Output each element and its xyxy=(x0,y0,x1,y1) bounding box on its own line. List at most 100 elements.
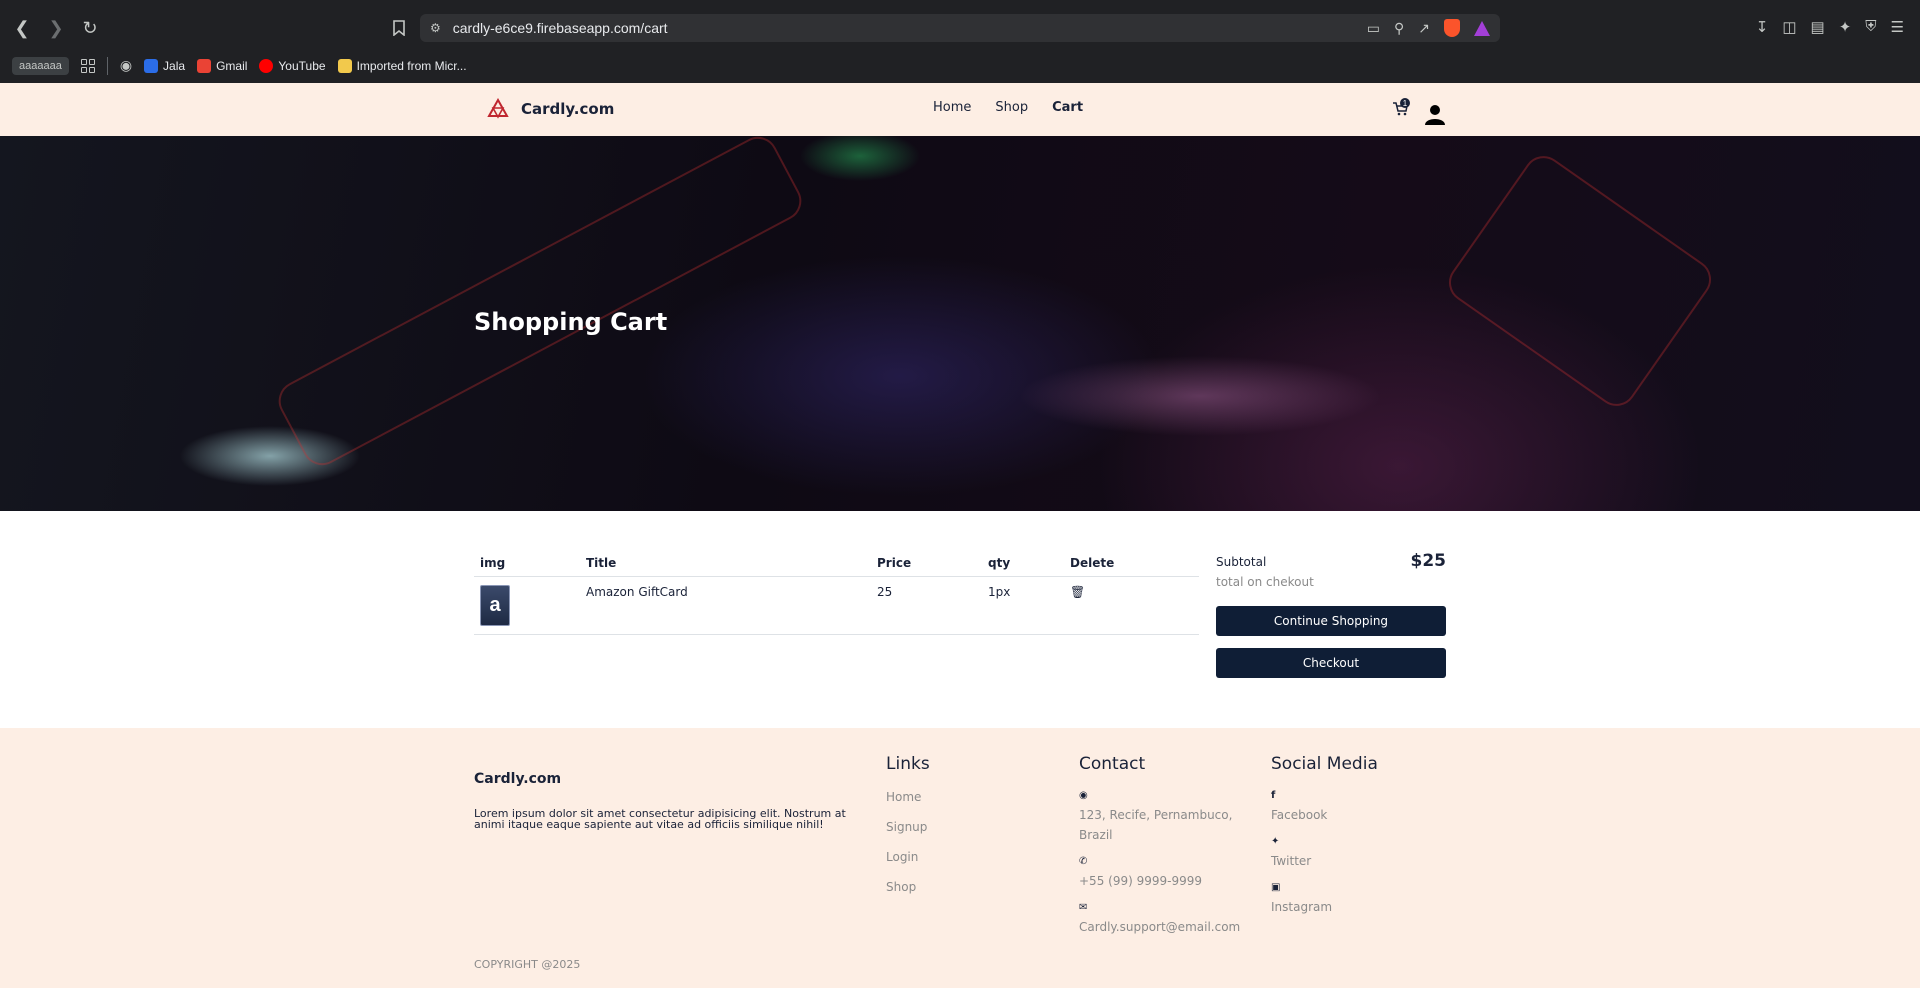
facebook-icon: f xyxy=(1271,790,1276,801)
product-thumbnail: a xyxy=(480,585,510,626)
cart-count-badge: 1 xyxy=(1400,98,1410,108)
social-instagram: ▣ Instagram xyxy=(1271,882,1378,916)
footer-link-home[interactable]: Home xyxy=(886,790,930,804)
cell-qty: 1px xyxy=(982,576,1064,635)
footer-contact: Contact ◉ 123, Recife, Pernambuco, Brazi… xyxy=(1079,754,1259,948)
column-header-img: img xyxy=(474,553,580,577)
tab-strip xyxy=(0,0,1920,8)
checkout-button[interactable]: Checkout xyxy=(1216,648,1446,678)
hero-banner: Shopping Cart xyxy=(0,136,1920,511)
contact-phone: ✆ +55 (99) 9999-9999 xyxy=(1079,856,1259,890)
page-title: Shopping Cart xyxy=(474,308,668,336)
table-header-row: img Title Price qty Delete xyxy=(474,553,1199,577)
browser-chrome: ❮ ❯ ↻ ⚙ cardly-e6ce9.firebaseapp.com/car… xyxy=(0,0,1920,83)
cast-icon[interactable]: ▭ xyxy=(1367,20,1380,37)
social-link-facebook[interactable]: Facebook xyxy=(1271,808,1327,822)
wallet-icon[interactable]: ▤ xyxy=(1811,18,1825,36)
column-header-qty: qty xyxy=(982,553,1064,577)
reload-icon[interactable]: ↻ xyxy=(78,16,102,40)
address-url[interactable]: cardly-e6ce9.firebaseapp.com/cart xyxy=(453,20,668,36)
globe-icon[interactable]: ◉ xyxy=(120,57,132,74)
brave-shields-icon[interactable] xyxy=(1444,19,1460,37)
mail-icon: ✉ xyxy=(1079,902,1088,913)
user-icon[interactable] xyxy=(1424,103,1446,125)
cardly-logo-icon xyxy=(487,98,509,119)
contact-address: ◉ 123, Recife, Pernambuco, Brazil xyxy=(1079,790,1259,844)
cart-table: img Title Price qty Delete a Amazon Gift… xyxy=(474,553,1199,635)
subtotal-note: total on chekout xyxy=(1216,575,1314,589)
contact-email-text: Cardly.support@email.com xyxy=(1079,920,1241,934)
jala-icon xyxy=(144,58,159,73)
leo-ai-icon[interactable]: ✦ xyxy=(1839,18,1852,36)
subtotal-label: Subtotal xyxy=(1216,555,1267,569)
folder-icon xyxy=(337,58,352,73)
bookmark-imported-folder[interactable]: Imported from Micr... xyxy=(337,58,467,73)
footer-description: Lorem ipsum dolor sit amet consectetur a… xyxy=(474,807,846,831)
nav-link-cart[interactable]: Cart xyxy=(1052,100,1083,115)
social-twitter: ✦ Twitter xyxy=(1271,836,1378,870)
footer-social: Social Media f Facebook ✦ Twitter ▣ Inst… xyxy=(1271,754,1378,928)
nav-link-home[interactable]: Home xyxy=(933,100,971,115)
subtotal-value: $25 xyxy=(1410,551,1447,571)
continue-shopping-button[interactable]: Continue Shopping xyxy=(1216,606,1446,636)
trash-icon[interactable]: 🗑 xyxy=(1070,585,1085,599)
footer-links: Links Home Signup Login Shop xyxy=(886,754,930,910)
twitter-icon: ✦ xyxy=(1271,836,1280,847)
zoom-icon[interactable]: ⚲ xyxy=(1394,20,1404,37)
contact-phone-text: +55 (99) 9999-9999 xyxy=(1079,874,1202,888)
footer-contact-title: Contact xyxy=(1079,754,1146,774)
footer-link-signup[interactable]: Signup xyxy=(886,820,930,834)
profile-chip[interactable]: aaaaaaa xyxy=(12,56,69,75)
cell-title: Amazon GiftCard xyxy=(580,576,871,635)
site-info-icon[interactable]: ⚙ xyxy=(430,21,441,35)
share-icon[interactable]: ↗ xyxy=(1418,20,1430,37)
bookmark-label: YouTube xyxy=(278,58,326,73)
footer-link-login[interactable]: Login xyxy=(886,850,930,864)
cell-delete: 🗑 xyxy=(1064,576,1199,635)
footer-brand: Cardly.com xyxy=(474,771,562,787)
download-icon[interactable]: ↧ xyxy=(1756,18,1769,36)
order-summary: Subtotal $25 total on chekout Continue S… xyxy=(1216,551,1446,678)
forward-icon[interactable]: ❯ xyxy=(44,16,68,40)
address-bar[interactable]: ⚙ cardly-e6ce9.firebaseapp.com/cart ▭ ⚲ … xyxy=(420,14,1500,42)
bookmark-page-icon[interactable] xyxy=(387,16,411,40)
social-facebook: f Facebook xyxy=(1271,790,1378,824)
youtube-icon xyxy=(259,58,274,73)
phone-icon: ✆ xyxy=(1079,856,1088,867)
bookmark-youtube[interactable]: YouTube xyxy=(259,58,326,73)
bookmark-label: Imported from Micr... xyxy=(356,58,467,73)
social-link-twitter[interactable]: Twitter xyxy=(1271,854,1311,868)
menu-icon[interactable]: ☰ xyxy=(1891,18,1904,36)
bookmark-label: Gmail xyxy=(216,58,248,73)
bookmarks-bar: aaaaaaa ◉ Jala Gmail YouTube Imported fr… xyxy=(0,48,1920,83)
hero-decoration xyxy=(271,136,809,473)
site-footer: Cardly.com Lorem ipsum dolor sit amet co… xyxy=(0,728,1920,988)
contact-address-text: 123, Recife, Pernambuco, Brazil xyxy=(1079,808,1233,842)
bookmark-jala[interactable]: Jala xyxy=(144,58,186,73)
brand-name: Cardly.com xyxy=(521,100,615,118)
gmail-icon xyxy=(197,58,212,73)
bookmark-label: Jala xyxy=(163,58,186,73)
instagram-icon: ▣ xyxy=(1271,882,1281,893)
vpn-icon[interactable]: ⛨ xyxy=(1865,18,1876,36)
contact-email: ✉ Cardly.support@email.com xyxy=(1079,902,1259,936)
cell-img: a xyxy=(474,576,580,635)
apps-grid-icon[interactable] xyxy=(80,58,95,73)
bookmark-gmail[interactable]: Gmail xyxy=(197,58,248,73)
cell-price: 25 xyxy=(871,576,982,635)
site-navbar: Cardly.com Home Shop Cart 1 xyxy=(0,83,1920,136)
footer-links-title: Links xyxy=(886,754,930,774)
brave-rewards-icon[interactable] xyxy=(1474,20,1490,36)
location-pin-icon: ◉ xyxy=(1079,790,1088,801)
footer-link-shop[interactable]: Shop xyxy=(886,880,930,894)
column-header-title: Title xyxy=(580,553,871,577)
bookmark-separator xyxy=(106,56,108,75)
browser-toolbar: ❮ ❯ ↻ ⚙ cardly-e6ce9.firebaseapp.com/car… xyxy=(0,8,1920,48)
column-header-delete: Delete xyxy=(1064,553,1199,577)
site-logo[interactable]: Cardly.com xyxy=(487,98,614,120)
social-link-instagram[interactable]: Instagram xyxy=(1271,900,1332,914)
nav-link-shop[interactable]: Shop xyxy=(995,100,1028,115)
sidebar-icon[interactable]: ◫ xyxy=(1782,18,1796,36)
table-row: a Amazon GiftCard 25 1px 🗑 xyxy=(474,576,1199,635)
back-icon[interactable]: ❮ xyxy=(10,16,34,40)
